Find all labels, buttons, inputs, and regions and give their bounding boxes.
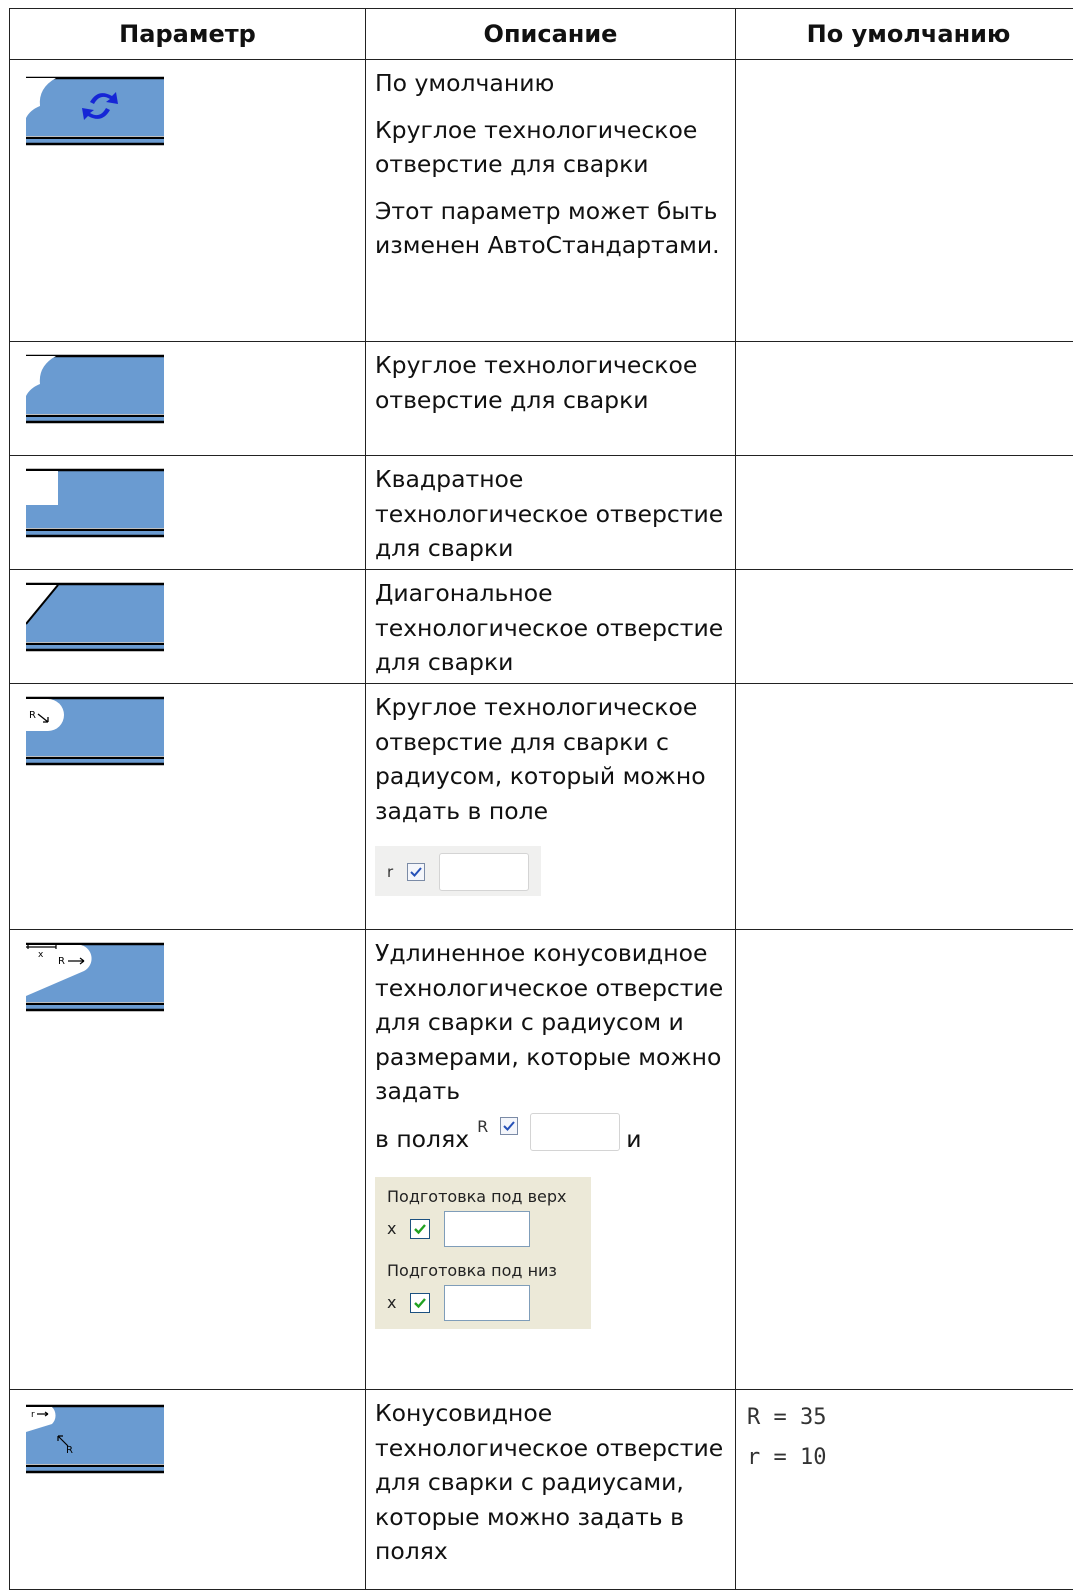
- table-row: Квадратное технологическое отверстие для…: [10, 456, 1073, 570]
- default-cell: R = 35 r = 10: [736, 1390, 1073, 1590]
- prep-top-checkbox[interactable]: [410, 1219, 430, 1239]
- radius-label: R: [29, 710, 36, 721]
- prep-bottom-field-label: x: [387, 1293, 396, 1313]
- description-paragraph: Диагональное технологическое отверстие д…: [375, 576, 727, 680]
- R-field-group: R: [477, 1113, 620, 1151]
- check-icon: [413, 1296, 427, 1310]
- prep-top-field-label: x: [387, 1219, 396, 1239]
- prep-bottom-checkbox[interactable]: [410, 1293, 430, 1313]
- inline-suffix: и: [626, 1125, 641, 1153]
- parameters-table: Параметр Описание По умолчанию П: [9, 8, 1073, 1590]
- table-row: x R Удлиненное конусовидное технологичес…: [10, 930, 1073, 1390]
- prep-bottom-row: x: [387, 1285, 583, 1321]
- description-cell: Конусовидное технологическое отверстие д…: [366, 1390, 736, 1590]
- table-row: По умолчанию Круглое технологическое отв…: [10, 60, 1073, 342]
- table-row: R Круглое технологическое отверстие для …: [10, 684, 1073, 930]
- description-cell: Удлиненное конусовидное технологическое …: [366, 930, 736, 1390]
- description-cell: По умолчанию Круглое технологическое отв…: [366, 60, 736, 342]
- table-header-row: Параметр Описание По умолчанию: [10, 9, 1073, 60]
- default-cell: [736, 684, 1073, 930]
- description-cell: Круглое технологическое отверстие для св…: [366, 342, 736, 456]
- default-value-line: R = 35: [747, 1398, 1073, 1438]
- prep-bottom-label: Подготовка под низ: [387, 1261, 583, 1281]
- prep-top-row: x: [387, 1211, 583, 1247]
- R-field-label: R: [477, 1117, 488, 1137]
- header-parameter: Параметр: [10, 9, 366, 60]
- default-cell: [736, 570, 1073, 684]
- header-default: По умолчанию: [736, 9, 1073, 60]
- weld-hole-diagonal-icon: [26, 574, 166, 664]
- inline-prefix: в полях: [375, 1125, 469, 1153]
- description-paragraph: Конусовидное технологическое отверстие д…: [375, 1396, 727, 1569]
- weld-hole-cone-icon: r R: [26, 1396, 166, 1486]
- prep-top-input[interactable]: [444, 1211, 530, 1247]
- parameter-cell: r R: [10, 1390, 366, 1590]
- parameter-cell: [10, 456, 366, 570]
- parameter-cell: x R: [10, 930, 366, 1390]
- description-paragraph: Круглое технологическое отверстие для св…: [375, 348, 727, 417]
- x-label: x: [38, 950, 44, 960]
- check-icon: [503, 1120, 515, 1132]
- description-cell: Диагональное технологическое отверстие д…: [366, 570, 736, 684]
- R-label: R: [58, 956, 65, 967]
- prep-bottom-input[interactable]: [444, 1285, 530, 1321]
- table-row: r R Конусовидное технологическое отверст…: [10, 1390, 1073, 1590]
- parameter-cell: [10, 570, 366, 684]
- prep-top-label: Подготовка под верх: [387, 1187, 583, 1207]
- parameter-cell: [10, 60, 366, 342]
- table-row: Круглое технологическое отверстие для св…: [10, 342, 1073, 456]
- inline-fields-line: в полях Rи: [375, 1119, 727, 1165]
- weld-hole-round-default-icon: [26, 68, 166, 158]
- preparation-panel: Подготовка под верх x Подготовка под низ…: [375, 1177, 591, 1329]
- weld-hole-round-icon: [26, 346, 166, 436]
- radius-field-group: r: [375, 846, 541, 896]
- description-paragraph: Круглое технологическое отверстие для св…: [375, 690, 727, 828]
- weld-hole-elongated-cone-icon: x R: [26, 934, 166, 1024]
- r-label: r: [31, 1410, 35, 1420]
- default-cell: [736, 342, 1073, 456]
- description-cell: Круглое технологическое отверстие для св…: [366, 684, 736, 930]
- description-paragraph: Удлиненное конусовидное технологическое …: [375, 936, 727, 1109]
- default-cell: [736, 60, 1073, 342]
- check-icon: [410, 866, 422, 878]
- check-icon: [413, 1222, 427, 1236]
- description-paragraph: Круглое технологическое отверстие для св…: [375, 113, 727, 182]
- parameter-cell: R: [10, 684, 366, 930]
- header-description: Описание: [366, 9, 736, 60]
- R-checkbox[interactable]: [500, 1117, 518, 1135]
- weld-hole-round-radius-icon: R: [26, 688, 166, 778]
- table-row: Диагональное технологическое отверстие д…: [10, 570, 1073, 684]
- R-input[interactable]: [530, 1113, 620, 1151]
- radius-checkbox[interactable]: [407, 863, 425, 881]
- description-paragraph: По умолчанию: [375, 66, 727, 101]
- default-cell: [736, 930, 1073, 1390]
- radius-input[interactable]: [439, 853, 529, 891]
- weld-hole-square-icon: [26, 460, 166, 550]
- parameter-cell: [10, 342, 366, 456]
- default-cell: [736, 456, 1073, 570]
- R-label: R: [66, 1445, 73, 1456]
- default-value-line: r = 10: [747, 1438, 1073, 1478]
- description-paragraph: Квадратное технологическое отверстие для…: [375, 462, 727, 566]
- radius-field-label: r: [387, 855, 393, 890]
- description-cell: Квадратное технологическое отверстие для…: [366, 456, 736, 570]
- description-paragraph: Этот параметр может быть изменен АвтоСта…: [375, 194, 727, 263]
